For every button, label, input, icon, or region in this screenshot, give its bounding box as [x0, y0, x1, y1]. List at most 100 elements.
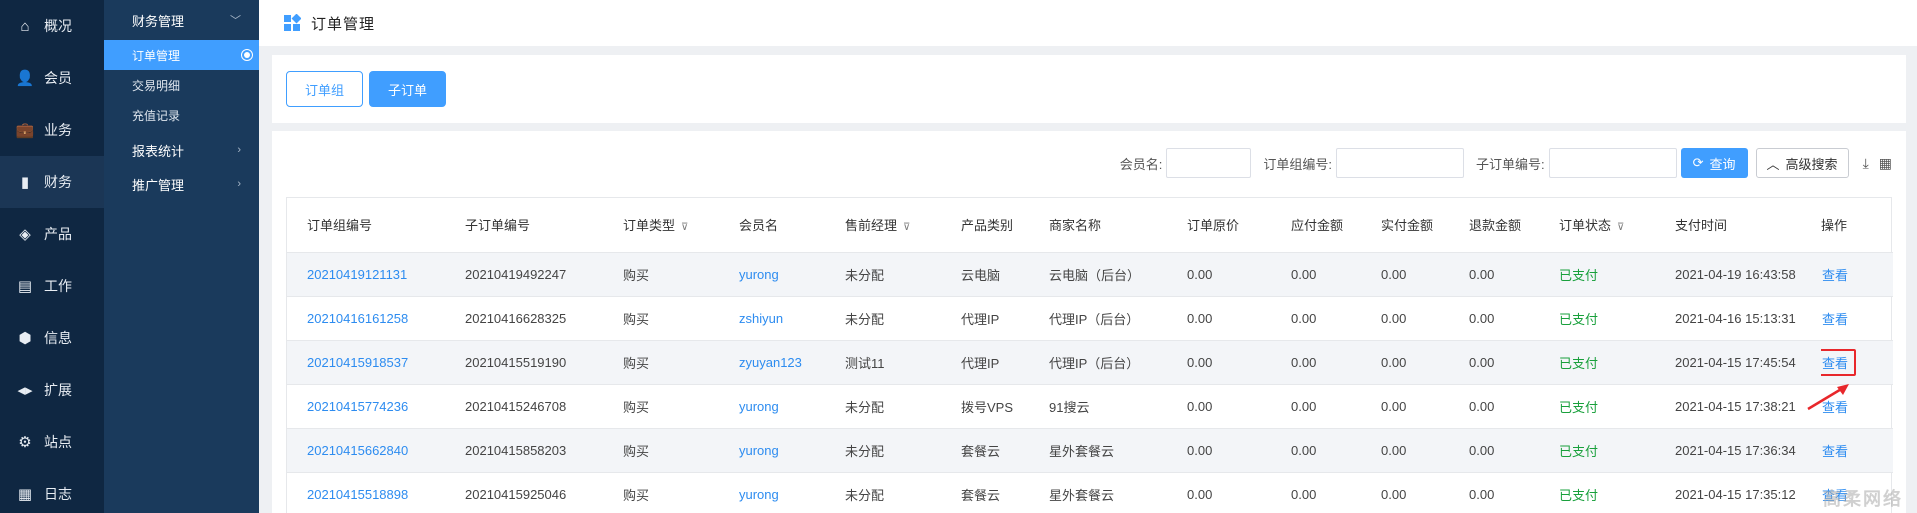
table-cell: yurong — [719, 472, 825, 513]
table-cell: 套餐云 — [941, 472, 1029, 513]
group-no-input[interactable] — [1335, 148, 1464, 178]
advanced-search-button[interactable]: ︿ 高级搜索 — [1755, 148, 1849, 178]
cell-text: 购买 — [623, 487, 650, 503]
view-button[interactable]: 查看 — [1821, 437, 1856, 464]
tab-order-group[interactable]: 订单组 — [286, 71, 364, 107]
download-icon[interactable]: ⤓ — [1863, 155, 1869, 172]
advanced-search-label: 高级搜索 — [1785, 156, 1838, 172]
sidebar-group-finance[interactable]: 财务管理 ﹀ — [104, 0, 259, 40]
cell-text: 购买 — [623, 399, 650, 415]
radio-selected-icon — [241, 49, 253, 61]
column-header: 支付时间 — [1655, 198, 1821, 253]
table-cell: 0.00 — [1361, 252, 1449, 297]
member-link[interactable]: yurong — [739, 399, 779, 414]
sidebar-item-8[interactable]: ⚙ 站点 — [0, 416, 104, 468]
filter-icon[interactable]: ⊽ — [903, 222, 910, 233]
status-badge: 已支付 — [1559, 487, 1599, 503]
cell-text: 未分配 — [845, 443, 885, 459]
sidebar-item-6[interactable]: ⬢ 信息 — [0, 312, 104, 364]
sidebar-item-4[interactable]: ◈ 产品 — [0, 208, 104, 260]
table-cell: 0.00 — [1167, 428, 1271, 473]
status-badge: 已支付 — [1559, 267, 1599, 283]
table-cell: 20210415518898 — [287, 472, 445, 513]
member-link[interactable]: yurong — [739, 443, 779, 458]
cell-text: 云电脑 — [961, 267, 1001, 283]
table-cell: 购买 — [603, 384, 719, 429]
sidebar-item-1[interactable]: 👤 会员 — [0, 52, 104, 104]
order-group-link[interactable]: 20210415662840 — [307, 443, 408, 458]
columns-icon[interactable]: ▦ — [1879, 155, 1892, 172]
cell-text: 2021-04-15 17:45:54 — [1675, 354, 1796, 370]
table-cell: 未分配 — [825, 252, 941, 297]
sidebar-item-transactions[interactable]: 交易明细 — [104, 70, 259, 100]
sidebar-item-label: 财务 — [44, 174, 72, 190]
table-cell: 0.00 — [1449, 428, 1539, 473]
table-cell: 购买 — [603, 340, 719, 385]
filter-icon[interactable]: ⊽ — [681, 222, 688, 233]
column-header-label: 订单原价 — [1187, 218, 1240, 234]
query-button[interactable]: ⟳ 查询 — [1680, 148, 1748, 178]
cell-text: 套餐云 — [961, 487, 1001, 503]
member-link[interactable]: yurong — [739, 267, 779, 282]
table-cell: 已支付 — [1539, 252, 1655, 297]
order-group-link[interactable]: 20210415518898 — [307, 487, 408, 502]
table-cell: 未分配 — [825, 472, 941, 513]
cell-text: 未分配 — [845, 399, 885, 415]
table-row: 20210415774236 20210415246708 购买 yurong 未分配 拨… — [287, 384, 1893, 429]
column-header: 子订单编号 — [445, 198, 603, 253]
table-cell: 购买 — [603, 428, 719, 473]
sidebar-item-3[interactable]: ▮ 财务 — [0, 156, 104, 208]
sidebar-item-7[interactable]: ◂▸ 扩展 — [0, 364, 104, 416]
view-button[interactable]: 查看 — [1821, 348, 1857, 376]
cell-text: 0.00 — [1381, 442, 1407, 458]
table-cell: 云电脑 — [941, 252, 1029, 297]
cell-text: 91搜云 — [1049, 399, 1090, 415]
table-cell: 20210415662840 — [287, 428, 445, 473]
column-header: 退款金额 — [1449, 198, 1539, 253]
member-link[interactable]: zyuyan123 — [739, 355, 802, 370]
clipboard-icon: ▤ — [17, 278, 33, 295]
cell-text: 0.00 — [1187, 442, 1213, 458]
view-button[interactable]: 查看 — [1821, 305, 1856, 332]
sub-no-input[interactable] — [1548, 148, 1677, 178]
query-button-label: 查询 — [1709, 156, 1736, 172]
sidebar-item-0[interactable]: ⌂ 概况 — [0, 0, 104, 52]
view-button[interactable]: 查看 — [1821, 261, 1856, 288]
sidebar-item-recharge[interactable]: 充值记录 — [104, 100, 259, 130]
sidebar-item-label: 站点 — [44, 434, 72, 450]
order-group-link[interactable]: 20210415918537 — [307, 355, 408, 370]
sidebar-item-label: 交易明细 — [132, 78, 181, 93]
column-header-label: 订单状态 — [1559, 218, 1612, 234]
cell-text: 代理IP — [961, 355, 1000, 371]
table-cell: 2021-04-15 17:38:21 — [1655, 384, 1821, 429]
sidebar-group-promotion[interactable]: 推广管理 › — [104, 164, 259, 204]
column-header: 订单组编号 — [287, 198, 445, 253]
cell-text: 0.00 — [1187, 486, 1213, 502]
table-cell: 查看 — [1821, 428, 1893, 473]
member-link[interactable]: zshiyun — [739, 311, 783, 326]
cell-text: 0.00 — [1187, 398, 1213, 414]
table-cell: yurong — [719, 384, 825, 429]
sidebar-item-9[interactable]: ▦ 日志 — [0, 468, 104, 513]
member-name-input[interactable] — [1166, 148, 1252, 178]
cell-text: 20210419492247 — [465, 266, 567, 282]
order-group-link[interactable]: 20210419121131 — [307, 267, 407, 282]
filter-icon[interactable]: ⊽ — [1617, 222, 1624, 233]
member-link[interactable]: yurong — [739, 487, 779, 502]
table-cell: 已支付 — [1539, 296, 1655, 341]
table-cell: 星外套餐云 — [1029, 428, 1167, 473]
sidebar-item-2[interactable]: 💼 业务 — [0, 104, 104, 156]
order-group-link[interactable]: 20210416161258 — [307, 311, 408, 326]
sidebar-group-label: 财务管理 — [132, 13, 185, 29]
table-cell: zyuyan123 — [719, 340, 825, 385]
column-header: 售前经理 ⊽ — [825, 198, 941, 253]
sidebar-item-order-management[interactable]: 订单管理 — [104, 40, 259, 70]
cell-text: 购买 — [623, 443, 650, 459]
table-cell: 已支付 — [1539, 472, 1655, 513]
cell-text: 2021-04-15 17:38:21 — [1675, 398, 1796, 414]
table-row: 20210416161258 20210416628325 购买 zshiyun 未分配… — [287, 296, 1893, 341]
sidebar-item-5[interactable]: ▤ 工作 — [0, 260, 104, 312]
cell-text: 0.00 — [1187, 310, 1213, 326]
tab-sub-order[interactable]: 子订单 — [369, 71, 447, 107]
order-group-link[interactable]: 20210415774236 — [307, 399, 408, 414]
